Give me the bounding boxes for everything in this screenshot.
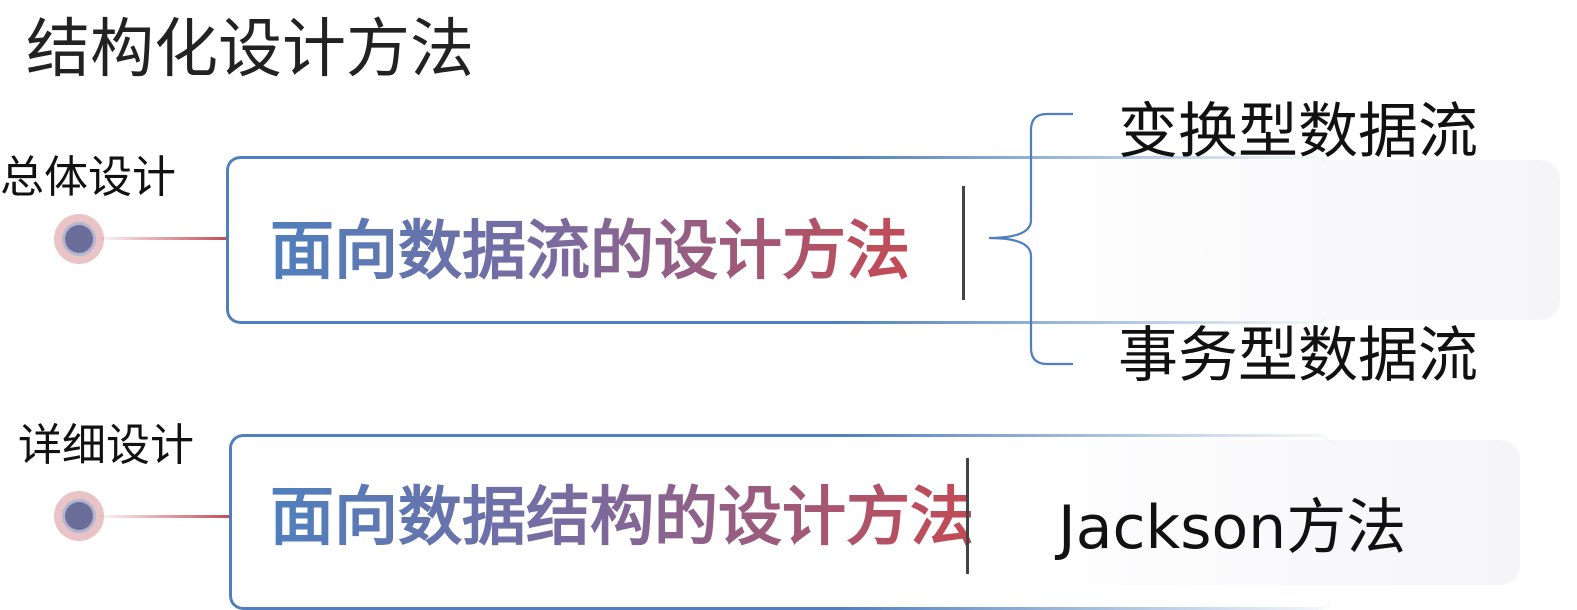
section-1-brace-icon [988, 112, 1073, 366]
section-1-branch-2: 事务型数据流 [1118, 321, 1478, 391]
section-1-branch-1: 变换型数据流 [1118, 97, 1478, 167]
section-2-label: 详细设计 [18, 420, 194, 471]
section-1-divider [962, 186, 965, 300]
section-2-branch-1: Jackson方法 [1058, 493, 1407, 563]
page-title: 结构化设计方法 [26, 13, 474, 87]
section-1-connector [100, 237, 228, 240]
section-2-method-text: 面向数据结构的设计方法 [270, 478, 974, 558]
section-1-label: 总体设计 [0, 152, 176, 203]
section-1-method-text: 面向数据流的设计方法 [270, 212, 910, 292]
section-1-dot-icon [54, 214, 104, 264]
section-2-dot-icon [54, 491, 104, 541]
section-2-connector [100, 515, 232, 518]
section-2-divider [966, 458, 969, 574]
